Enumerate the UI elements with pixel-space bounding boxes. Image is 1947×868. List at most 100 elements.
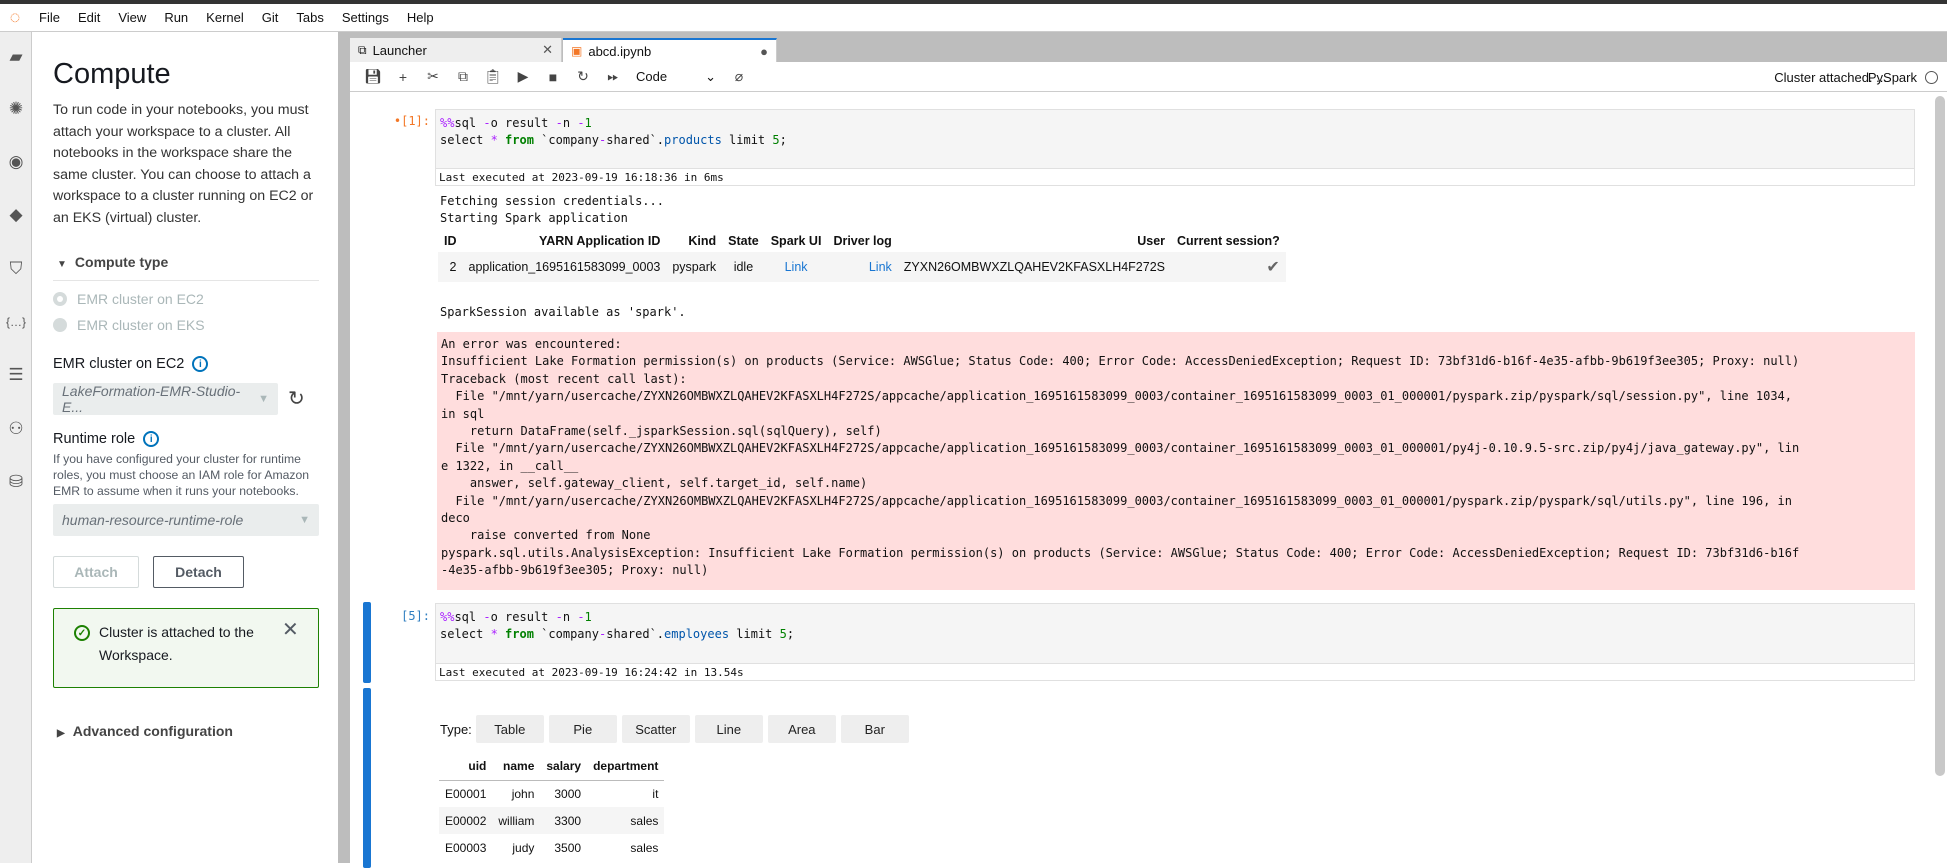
copy-icon[interactable]: ⧉	[448, 68, 478, 85]
cell-type-value: Code	[636, 68, 668, 84]
caret-down-icon: ▼	[258, 393, 269, 405]
table-row: 2 application_1695161583099_0003 pyspark…	[438, 252, 1286, 282]
runtime-label-row: Runtime role i	[53, 431, 160, 447]
type-area-button[interactable]: Area	[767, 715, 836, 743]
git-icon[interactable]: ◆	[0, 200, 32, 230]
type-table-button[interactable]: Table	[475, 715, 544, 743]
panel-splitter[interactable]	[338, 32, 350, 863]
menu-view[interactable]: View	[109, 10, 155, 25]
menu-tabs[interactable]: Tabs	[287, 10, 332, 25]
error-output: An error was encountered: Insufficient L…	[437, 332, 1915, 590]
menu-help[interactable]: Help	[398, 10, 443, 25]
menu-kernel[interactable]: Kernel	[197, 10, 253, 25]
radio-ec2-label: EMR cluster on EC2	[77, 291, 204, 307]
col-header: Spark UI	[770, 234, 822, 248]
col-header: Kind	[688, 234, 717, 248]
run-icon[interactable]: ▶	[508, 68, 538, 85]
close-icon[interactable]: ✕	[282, 619, 299, 642]
info-icon[interactable]: i	[192, 356, 209, 372]
extension-icon[interactable]: ⛉	[0, 254, 32, 284]
running-icon[interactable]: ◉	[0, 147, 32, 177]
col-header: State	[728, 234, 759, 248]
tab-bar: ⧉ Launcher ✕ ▣ abcd.ipynb ●	[350, 32, 1947, 62]
scrollbar[interactable]	[1935, 96, 1945, 776]
chart-type-selector: Type: Table Pie Scatter Line Area Bar	[440, 715, 914, 743]
cut-icon[interactable]: ✂	[418, 68, 448, 85]
session-table: ID YARN Application ID Kind State Spark …	[438, 230, 1286, 282]
close-icon[interactable]: ✕	[542, 42, 553, 58]
menu-git[interactable]: Git	[253, 10, 288, 25]
database-icon[interactable]: ⛁	[0, 467, 32, 497]
detach-button[interactable]: Detach	[153, 556, 244, 588]
code[interactable]: %%sql -o result -n -1 select * from `com…	[436, 110, 1914, 154]
kernel-name[interactable]: PySpark	[1868, 70, 1917, 85]
menu-file[interactable]: File	[30, 10, 69, 25]
menu-settings[interactable]: Settings	[333, 10, 398, 25]
cluster-select[interactable]: LakeFormation-EMR-Studio-E... ▼	[53, 383, 278, 415]
type-line-button[interactable]: Line	[694, 715, 763, 743]
radio-eks[interactable]: EMR cluster on EKS	[53, 317, 205, 333]
notebook-area: ⧉ Launcher ✕ ▣ abcd.ipynb ● 💾︎ + ✂ ⧉ 📋︎ ▶ ■ …	[350, 32, 1947, 868]
tab-notebook[interactable]: ▣ abcd.ipynb ●	[563, 38, 777, 62]
driver-log-link[interactable]: Link	[869, 260, 892, 274]
spark-ui-link[interactable]: Link	[785, 260, 808, 274]
success-alert: ✓ Cluster is attached to the Workspace. …	[53, 608, 319, 688]
menu-edit[interactable]: Edit	[69, 10, 109, 25]
paste-icon[interactable]: 📋︎	[478, 68, 508, 85]
git-extension-icon[interactable]: ✺	[0, 94, 32, 124]
menu-run[interactable]: Run	[155, 10, 197, 25]
info-icon[interactable]: i	[143, 431, 160, 447]
attach-button[interactable]: Attach	[53, 556, 139, 588]
last-executed: Last executed at 2023-09-19 16:24:42 in …	[436, 663, 1914, 680]
type-label: Type:	[440, 721, 472, 737]
folder-icon[interactable]: ▰	[0, 42, 32, 72]
advanced-config-label: Advanced configuration	[72, 723, 233, 739]
table-row: E00003 judy 3500 sales	[445, 840, 659, 855]
save-icon[interactable]: 💾︎	[358, 68, 388, 85]
advanced-config-toggle[interactable]: ▶ Advanced configuration	[53, 723, 233, 739]
col-header: Driver log	[833, 234, 892, 248]
type-scatter-button[interactable]: Scatter	[621, 715, 690, 743]
runtime-value: human-resource-runtime-role	[62, 512, 244, 528]
refresh-icon[interactable]: ↻	[288, 386, 305, 411]
toc-icon[interactable]: ☰	[0, 360, 32, 390]
stop-icon[interactable]: ■	[538, 69, 568, 85]
cell-prompt: •[1]:	[393, 114, 430, 128]
sparkmonitor-icon[interactable]: ⌀	[724, 68, 754, 85]
col-header: Current session?	[1177, 234, 1280, 248]
last-executed: Last executed at 2023-09-19 16:18:36 in …	[436, 168, 1914, 185]
unsaved-dot-icon[interactable]: ●	[760, 44, 768, 59]
code-cell-input[interactable]: %%sql -o result -n -1 select * from `com…	[435, 109, 1915, 186]
add-cell-icon[interactable]: +	[388, 69, 418, 85]
type-bar-button[interactable]: Bar	[840, 715, 909, 743]
chevron-down-icon: ⌄	[705, 68, 716, 84]
restart-icon[interactable]: ↻	[568, 68, 598, 85]
code[interactable]: %%sql -o result -n -1 select * from `com…	[436, 604, 1914, 648]
cell-collapser[interactable]	[363, 602, 371, 683]
cluster-value: LakeFormation-EMR-Studio-E...	[62, 383, 241, 415]
compute-panel: Compute To run code in your notebooks, y…	[32, 32, 338, 863]
col-header: salary	[540, 752, 588, 781]
code-cell-input[interactable]: %%sql -o result -n -1 select * from `com…	[435, 603, 1915, 681]
compute-icon[interactable]: ⚇	[0, 414, 32, 444]
output-text: Fetching session credentials...	[440, 194, 664, 208]
radio-ec2[interactable]: EMR cluster on EC2	[53, 291, 204, 307]
runtime-role-select[interactable]: human-resource-runtime-role ▼	[53, 504, 319, 536]
caret-down-icon: ▼	[299, 514, 310, 526]
type-pie-button[interactable]: Pie	[548, 715, 617, 743]
launcher-icon: ⧉	[358, 42, 367, 57]
divider	[53, 280, 319, 281]
run-all-icon[interactable]: ⏩︎	[598, 68, 628, 85]
panel-title: Compute	[53, 58, 171, 90]
col-header: User	[1137, 234, 1166, 248]
variables-icon[interactable]: {…}	[0, 307, 32, 337]
table-row: E00002 william 3300 sales	[439, 807, 665, 834]
output-collapser[interactable]	[363, 688, 371, 868]
tab-launcher[interactable]: ⧉ Launcher ✕	[350, 38, 562, 62]
cell-type-select[interactable]: Code ⌄	[636, 69, 716, 85]
col-header: name	[492, 752, 541, 781]
runtime-description: If you have configured your cluster for …	[53, 452, 310, 498]
compute-type-toggle[interactable]: ▼ Compute type	[53, 254, 168, 270]
cell: ZYXN26OMBWXZLQAHEV2KFASXLH4F272S	[897, 252, 1172, 282]
radio-icon	[53, 318, 67, 332]
